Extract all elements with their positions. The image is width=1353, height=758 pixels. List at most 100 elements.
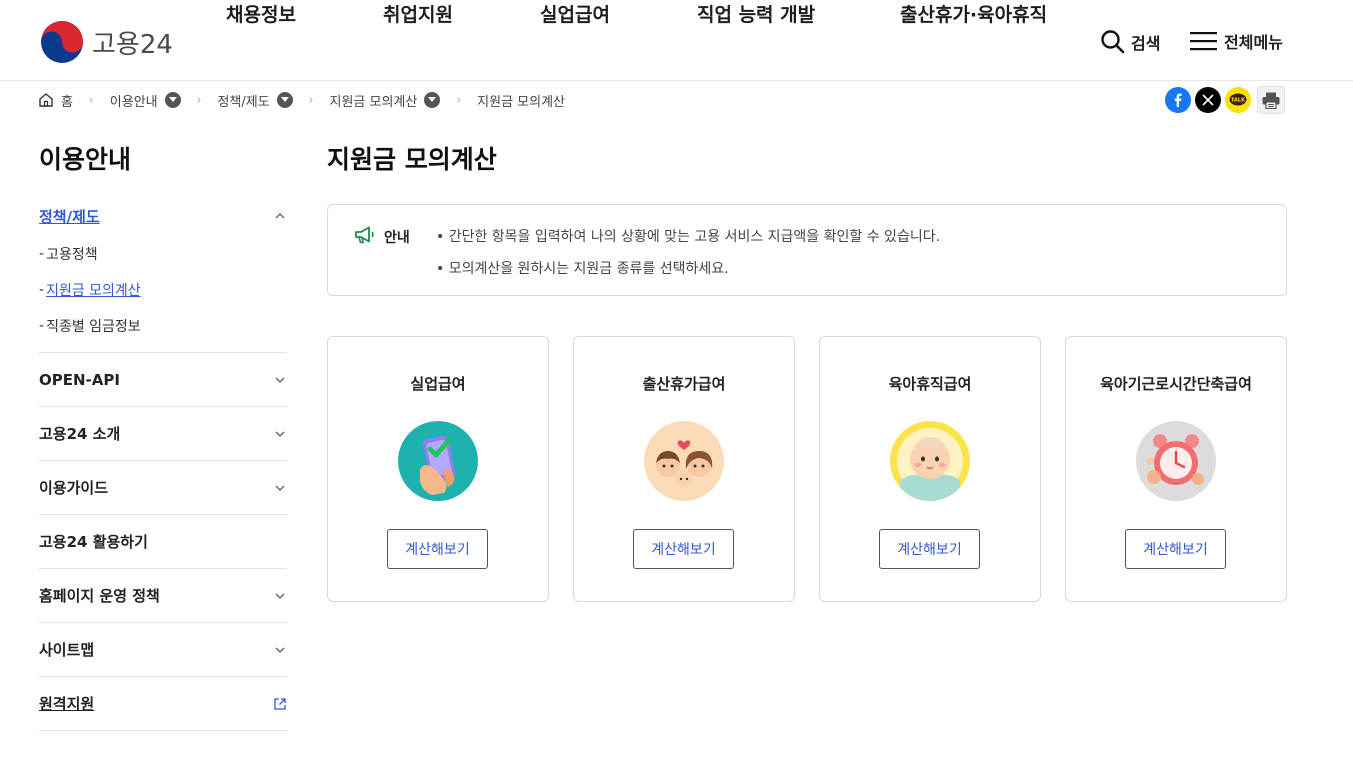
card-title: 출산휴가급여 bbox=[642, 375, 726, 393]
sidebar-item-open-api[interactable]: OPEN-API bbox=[39, 353, 287, 406]
sidebar-subitem-label: 직종별 임금정보 bbox=[46, 319, 141, 335]
calculate-button[interactable]: 계산해보기 bbox=[1125, 529, 1226, 569]
nav-parental-leave[interactable]: 출산휴가·육아휴직 bbox=[900, 0, 1047, 27]
card-title: 육아기근로시간단축급여 bbox=[1100, 375, 1252, 393]
chevron-up-icon bbox=[275, 213, 285, 219]
sidebar-group: 이용가이드 bbox=[39, 461, 287, 515]
sidebar-group: 사이트맵 bbox=[39, 623, 287, 677]
sidebar-group: 홈페이지 운영 정책 bbox=[39, 569, 287, 623]
breadcrumb-label: 지원금 모의계산 bbox=[477, 94, 566, 110]
breadcrumb: 홈 › 이용안내 › 정책/제도 › 지원금 모의계산 › 지원금 모의계산 bbox=[38, 90, 565, 110]
taegeuk-logo-icon bbox=[41, 21, 83, 63]
sidebar-group-policy: 정책/제도 - 고용정책 - 지원금 모의계산 - 직종별 임금정보 bbox=[39, 196, 287, 353]
sidebar-item-label: 정책/제도 bbox=[39, 207, 100, 226]
dash-bullet: - bbox=[39, 318, 45, 334]
sidebar-item-policy[interactable]: 정책/제도 bbox=[39, 196, 287, 236]
sidebar-group: 고용24 소개 bbox=[39, 407, 287, 461]
sidebar-item-label: 사이트맵 bbox=[39, 641, 95, 659]
x-icon bbox=[1202, 94, 1214, 106]
nav-vocational-training[interactable]: 직업 능력 개발 bbox=[697, 0, 815, 27]
notice-line: • 간단한 항목을 입력하여 나의 상황에 맞는 고용 서비스 지급액을 확인할… bbox=[436, 229, 941, 245]
family-icon bbox=[644, 421, 724, 501]
breadcrumb-label: 이용안내 bbox=[109, 94, 158, 110]
sidebar-item-guide[interactable]: 이용가이드 bbox=[39, 461, 287, 514]
sidebar-item-label: 고용24 활용하기 bbox=[39, 533, 148, 551]
chevron-down-icon bbox=[275, 431, 285, 437]
search-icon bbox=[1101, 30, 1125, 54]
sidebar-group: 고용24 활용하기 bbox=[39, 515, 287, 569]
dropdown-arrow-icon[interactable] bbox=[424, 92, 441, 108]
svg-text:TALK: TALK bbox=[1231, 98, 1246, 104]
nav-unemployment-benefit[interactable]: 실업급여 bbox=[540, 0, 610, 27]
notice-line: • 모의계산을 원하시는 지원금 종류를 선택하세요. bbox=[436, 261, 729, 277]
hamburger-menu-icon bbox=[1190, 32, 1217, 51]
kakaotalk-icon: TALK bbox=[1229, 93, 1247, 106]
sidebar-item-label: OPEN-API bbox=[39, 370, 120, 389]
calculate-button[interactable]: 계산해보기 bbox=[387, 529, 488, 569]
calculate-button[interactable]: 계산해보기 bbox=[879, 529, 980, 569]
chevron-right-icon: › bbox=[456, 93, 462, 107]
nav-job-info[interactable]: 채용정보 bbox=[226, 0, 296, 27]
dash-bullet: - bbox=[39, 246, 45, 262]
notice-label: 안내 bbox=[384, 230, 410, 246]
dash-bullet: - bbox=[39, 282, 45, 298]
sidebar-title: 이용안내 bbox=[39, 145, 132, 174]
breadcrumb-item-guide[interactable]: 이용안내 bbox=[110, 91, 181, 110]
chevron-down-icon bbox=[275, 377, 285, 383]
sidebar-item-usage[interactable]: 고용24 활용하기 bbox=[39, 515, 287, 568]
sidebar-subitem-label: 지원금 모의계산 bbox=[46, 283, 141, 299]
x-share-button[interactable] bbox=[1195, 87, 1221, 113]
chevron-down-icon bbox=[275, 485, 285, 491]
sidebar-group: 원격지원 bbox=[39, 677, 287, 731]
print-button[interactable] bbox=[1257, 86, 1285, 114]
all-menu-button[interactable]: 전체메뉴 bbox=[1190, 29, 1283, 53]
dropdown-arrow-icon[interactable] bbox=[276, 92, 293, 108]
baby-icon bbox=[890, 421, 970, 501]
calculate-button[interactable]: 계산해보기 bbox=[633, 529, 734, 569]
alarm-clock-icon bbox=[1136, 421, 1216, 501]
logo-text: 고용24 bbox=[92, 29, 173, 60]
sidebar-group: OPEN-API bbox=[39, 353, 287, 407]
card-title: 육아휴직급여 bbox=[888, 375, 972, 393]
benefit-card-parental-leave: 육아휴직급여 계산해보기 bbox=[819, 336, 1041, 602]
sidebar-item-label: 원격지원 bbox=[39, 695, 95, 713]
sidebar-item-label: 고용24 소개 bbox=[39, 425, 121, 443]
breadcrumb-label: 지원금 모의계산 bbox=[329, 94, 418, 110]
breadcrumb-home-label: 홈 bbox=[61, 94, 73, 110]
chevron-down-icon bbox=[275, 647, 285, 653]
search-button[interactable]: 검색 bbox=[1100, 29, 1160, 54]
external-link-icon bbox=[274, 697, 286, 710]
print-icon bbox=[1262, 92, 1280, 109]
facebook-share-button[interactable] bbox=[1165, 87, 1191, 113]
home-icon bbox=[39, 93, 53, 107]
page-title: 지원금 모의계산 bbox=[327, 145, 497, 174]
sidebar-item-label: 홈페이지 운영 정책 bbox=[39, 587, 160, 605]
sidebar-subitem-employment-policy[interactable]: - 고용정책 bbox=[39, 236, 287, 272]
benefit-card-maternity-leave: 출산휴가급여 계산해보기 bbox=[573, 336, 795, 602]
sidebar-submenu: - 고용정책 - 지원금 모의계산 - 직종별 임금정보 bbox=[39, 236, 287, 352]
chevron-right-icon: › bbox=[88, 93, 94, 107]
breadcrumb-label: 정책/제도 bbox=[217, 94, 270, 110]
phone-check-icon bbox=[398, 421, 478, 501]
breadcrumb-item-policy[interactable]: 정책/제도 bbox=[217, 91, 293, 110]
sidebar-item-about[interactable]: 고용24 소개 bbox=[39, 407, 287, 460]
sidebar-item-label: 이용가이드 bbox=[39, 479, 109, 497]
chevron-right-icon: › bbox=[196, 93, 202, 107]
sidebar-subitem-wage-info[interactable]: - 직종별 임금정보 bbox=[39, 308, 287, 344]
sidebar-item-sitemap[interactable]: 사이트맵 bbox=[39, 623, 287, 676]
dropdown-arrow-icon[interactable] bbox=[164, 92, 181, 108]
all-menu-label: 전체메뉴 bbox=[1224, 33, 1283, 52]
chevron-right-icon: › bbox=[308, 93, 314, 107]
sidebar-item-operation-policy[interactable]: 홈페이지 운영 정책 bbox=[39, 569, 287, 622]
breadcrumb-item-calculator[interactable]: 지원금 모의계산 bbox=[329, 91, 441, 110]
breadcrumb-current: 지원금 모의계산 bbox=[477, 91, 565, 110]
breadcrumb-home[interactable]: 홈 bbox=[38, 91, 73, 110]
site-logo[interactable]: 고용24 bbox=[40, 20, 173, 64]
megaphone-icon bbox=[355, 226, 374, 244]
sidebar-subitem-calculator[interactable]: - 지원금 모의계산 bbox=[39, 272, 287, 308]
notice-box: 안내 • 간단한 항목을 입력하여 나의 상황에 맞는 고용 서비스 지급액을 … bbox=[327, 204, 1287, 296]
search-label: 검색 bbox=[1131, 33, 1161, 53]
nav-employment-support[interactable]: 취업지원 bbox=[383, 0, 453, 27]
sidebar-item-remote-support[interactable]: 원격지원 bbox=[39, 677, 287, 730]
kakaotalk-share-button[interactable]: TALK bbox=[1225, 87, 1251, 113]
